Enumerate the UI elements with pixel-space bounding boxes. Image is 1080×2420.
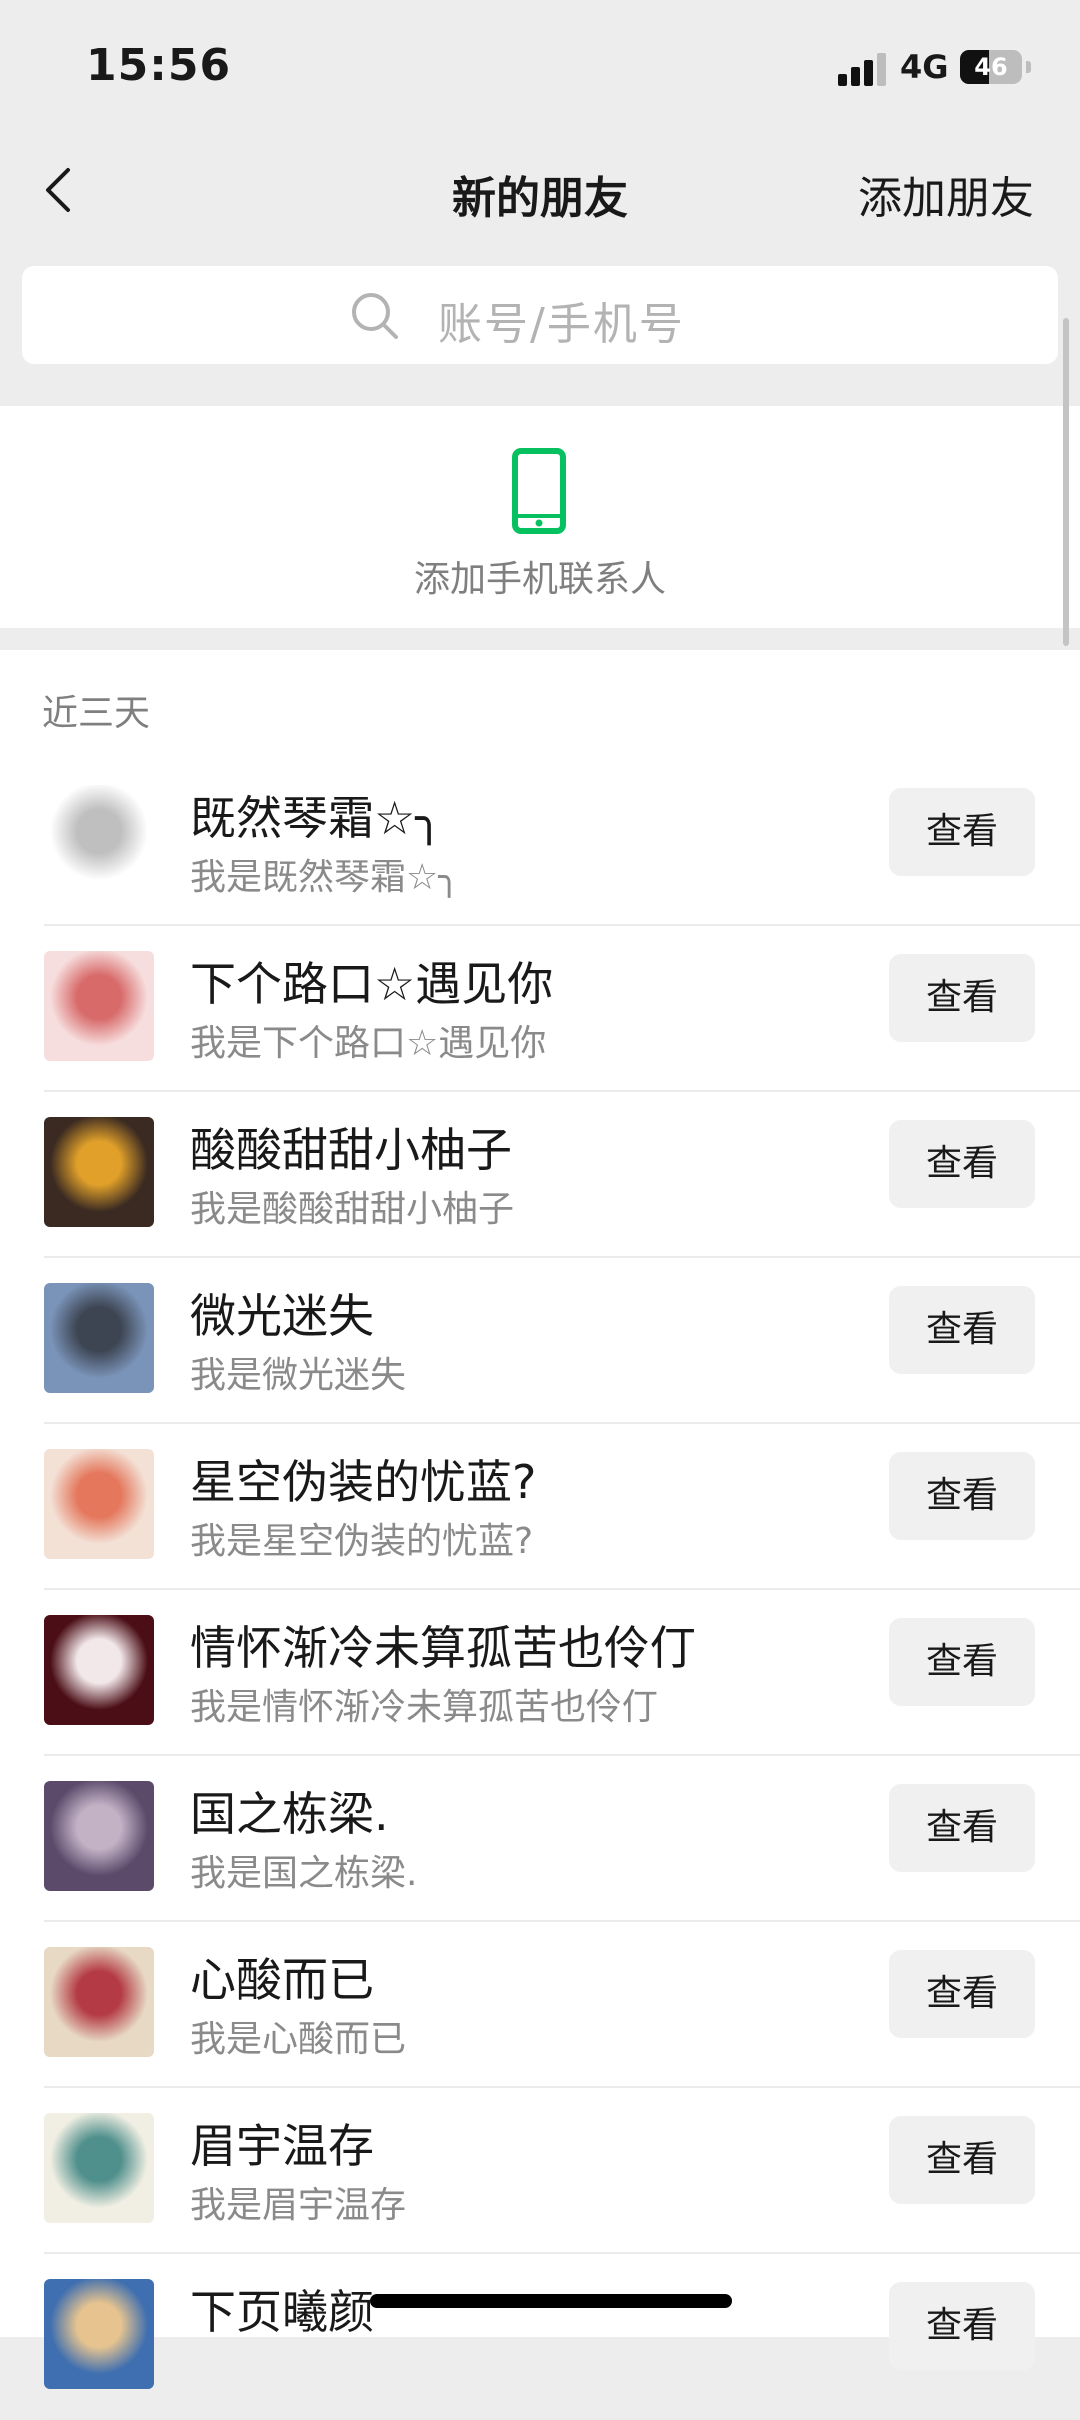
friend-request-row[interactable]: 星空伪装的忧蓝? 我是星空伪装的忧蓝? 查看	[0, 1424, 1080, 1590]
contact-greeting: 我是下个路口☆遇见你	[190, 1023, 547, 1064]
friend-request-row[interactable]: 情怀渐冷未算孤苦也伶仃我是情怀渐冷未算孤苦也伶仃 查看	[0, 1590, 1080, 1756]
add-phone-contacts[interactable]: 添加手机联系人	[0, 406, 1080, 628]
friend-request-row[interactable]: 下页曦颜 查看	[0, 2254, 1080, 2420]
friend-request-row[interactable]: 心酸而已我是心酸而已 查看	[0, 1922, 1080, 2088]
view-button[interactable]: 查看	[889, 1120, 1035, 1208]
friend-request-row[interactable]: 眉宇温存我是眉宇温存 查看	[0, 2088, 1080, 2254]
contact-name: 眉宇温存	[190, 2119, 374, 2173]
contact-greeting: 我是星空伪装的忧蓝?	[190, 1521, 534, 1562]
avatar[interactable]	[44, 1615, 154, 1725]
contact-greeting: 我是眉宇温存	[190, 2185, 407, 2226]
contact-greeting: 我是国之栋梁.	[190, 1853, 418, 1894]
network-type: 4G	[900, 48, 949, 86]
view-button[interactable]: 查看	[889, 2282, 1035, 2370]
contact-name: 情怀渐冷未算孤苦也伶仃	[190, 1621, 696, 1675]
contact-greeting: 我是心酸而已	[190, 2019, 407, 2060]
friend-request-row[interactable]: 微光迷失我是微光迷失 查看	[0, 1258, 1080, 1424]
search-input[interactable]: 账号/手机号	[22, 266, 1058, 364]
contact-name: 微光迷失	[190, 1289, 374, 1343]
contact-name: 酸酸甜甜小柚子	[190, 1123, 512, 1177]
scrollbar[interactable]	[1063, 318, 1069, 646]
view-button[interactable]: 查看	[889, 1286, 1035, 1374]
avatar[interactable]	[44, 951, 154, 1061]
avatar[interactable]	[44, 785, 154, 895]
status-time: 15:56	[86, 40, 232, 91]
contact-greeting: 我是微光迷失	[190, 1355, 407, 1396]
contact-name: 心酸而已	[190, 1953, 374, 2007]
avatar[interactable]	[44, 1781, 154, 1891]
view-button[interactable]: 查看	[889, 1618, 1035, 1706]
view-button[interactable]: 查看	[889, 788, 1035, 876]
section-header: 近三天	[42, 693, 151, 734]
view-button[interactable]: 查看	[889, 1452, 1035, 1540]
avatar[interactable]	[44, 2279, 154, 2389]
avatar[interactable]	[44, 1117, 154, 1227]
search-icon	[352, 293, 398, 339]
view-button[interactable]: 查看	[889, 1784, 1035, 1872]
view-button[interactable]: 查看	[889, 954, 1035, 1042]
friend-request-row[interactable]: 国之栋梁. 我是国之栋梁. 查看	[0, 1756, 1080, 1922]
home-indicator[interactable]	[370, 2294, 732, 2308]
friend-request-row[interactable]: 既然琴霜☆╮ 我是既然琴霜☆╮ 查看	[0, 760, 1080, 926]
avatar[interactable]	[44, 1947, 154, 2057]
contact-greeting: 我是酸酸甜甜小柚子	[190, 1189, 515, 1230]
friend-request-row[interactable]: 下个路口☆遇见你我是下个路口☆遇见你 查看	[0, 926, 1080, 1092]
contact-name: 既然琴霜☆╮	[190, 791, 443, 845]
new-friends-list: 近三天 既然琴霜☆╮ 我是既然琴霜☆╮ 查看 下个路口☆遇见你 我是下个路口☆遇见你 查看…	[0, 650, 1080, 2420]
avatar[interactable]	[44, 1283, 154, 1393]
avatar[interactable]	[44, 1449, 154, 1559]
contact-name: 星空伪装的忧蓝?	[190, 1455, 537, 1509]
contact-greeting: 我是既然琴霜☆╮	[190, 857, 460, 898]
battery-percent: 46	[974, 53, 1008, 81]
phone-icon	[512, 448, 566, 534]
friend-request-row[interactable]: 酸酸甜甜小柚子我是酸酸甜甜小柚子 查看	[0, 1092, 1080, 1258]
nav-bar: 新的朋友 添加朋友	[0, 140, 1080, 240]
search-placeholder: 账号/手机号	[438, 299, 685, 350]
cellular-signal-icon	[838, 52, 888, 86]
contact-greeting: 我是情怀渐冷未算孤苦也伶仃	[190, 1687, 659, 1728]
friend-request-list: 既然琴霜☆╮ 我是既然琴霜☆╮ 查看 下个路口☆遇见你 我是下个路口☆遇见你 查看 酸酸甜甜…	[0, 760, 1080, 2420]
contact-name: 国之栋梁.	[190, 1787, 389, 1841]
battery-icon: 46	[960, 50, 1022, 84]
add-friend-button[interactable]: 添加朋友	[858, 162, 1034, 226]
contact-name: 下页曦颜	[190, 2285, 374, 2339]
view-button[interactable]: 查看	[889, 1950, 1035, 2038]
avatar[interactable]	[44, 2113, 154, 2223]
contact-name: 下个路口☆遇见你	[190, 957, 554, 1011]
battery-tip	[1026, 61, 1031, 73]
status-bar: 15:56 4G 46	[0, 0, 1080, 130]
add-phone-contacts-label: 添加手机联系人	[413, 559, 666, 600]
view-button[interactable]: 查看	[889, 2116, 1035, 2204]
